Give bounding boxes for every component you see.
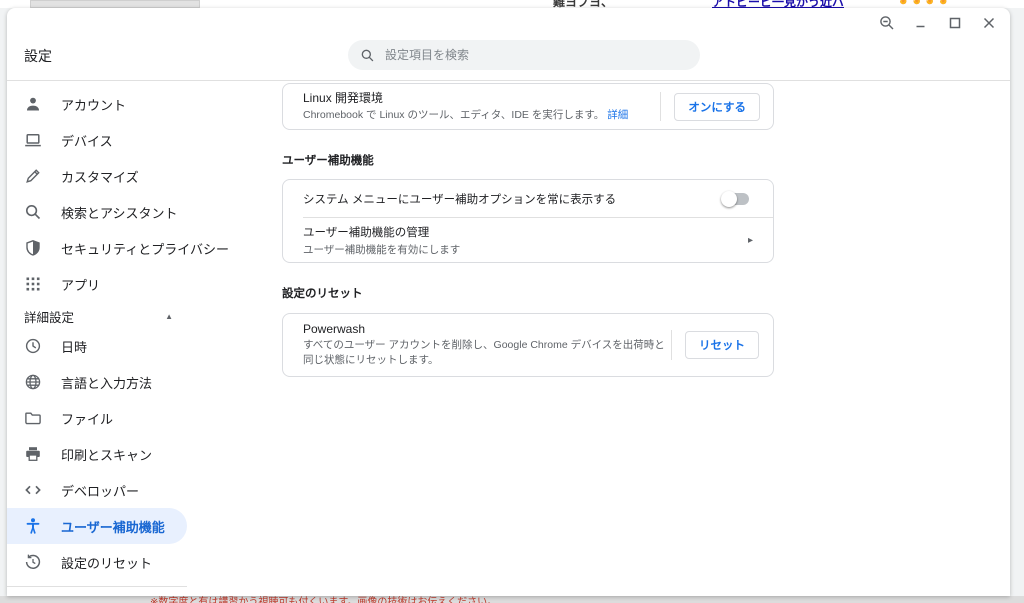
sidebar-item-languages[interactable]: 言語と入力方法 (7, 364, 187, 400)
background-text-fragment: 難ヨブヨ、 (553, 0, 614, 8)
sidebar-item-accessibility[interactable]: ユーザー補助機能 (7, 508, 187, 544)
sidebar-item-reset[interactable]: 設定のリセット (7, 544, 187, 580)
printer-icon (26, 447, 40, 461)
subpage-arrow-icon: ▸ (747, 234, 753, 246)
sidebar-item-security-privacy[interactable]: セキュリティとプライバシー (7, 230, 229, 266)
reset-icon (25, 554, 41, 569)
accessibility-section-heading: ユーザー補助機能 (282, 155, 374, 167)
sidebar-item-accounts[interactable]: アカウント (7, 86, 187, 122)
sidebar-item-label: 日時 (61, 339, 88, 355)
advanced-label: 詳細設定 (24, 310, 75, 325)
sidebar-item-label: 検索とアシスタント (61, 205, 178, 221)
search-input[interactable] (385, 48, 688, 62)
sidebar-item-label: デバイス (61, 133, 113, 149)
main-content: Linux 開発環境 Chromebook で Linux のツール、エディタ、… (282, 81, 774, 596)
apps-grid-icon (26, 277, 40, 291)
learn-more-link[interactable]: 詳細 (607, 109, 628, 121)
sidebar-item-files[interactable]: ファイル (7, 400, 187, 436)
laptop-icon (25, 134, 41, 147)
always-show-accessibility-row: システム メニューにユーザー補助オプションを常に表示する (283, 180, 773, 217)
search-icon (25, 204, 41, 220)
sidebar-item-label: アカウント (61, 97, 127, 113)
sidebar-item-personalization[interactable]: カスタマイズ (7, 158, 187, 194)
sidebar-item-print-scan[interactable]: 印刷とスキャン (7, 436, 187, 472)
shield-icon (26, 240, 40, 256)
code-icon (25, 485, 41, 495)
linux-title: Linux 開発環境 (303, 91, 384, 106)
powerwash-description: すべてのユーザー アカウントを削除し、Google Chrome デバイスを出荷… (303, 339, 665, 367)
sidebar-item-date-time[interactable]: 日時 (7, 328, 187, 364)
globe-icon (25, 374, 41, 390)
person-icon (27, 97, 39, 111)
search-box[interactable] (348, 40, 700, 70)
pen-icon (26, 169, 40, 183)
chevron-up-icon: ▲ (165, 311, 173, 321)
sidebar-item-label: 言語と入力方法 (61, 375, 153, 391)
sidebar-item-label: 印刷とスキャン (61, 447, 153, 463)
search-icon (361, 49, 374, 61)
accessibility-options-toggle[interactable] (721, 190, 749, 207)
window-controls (876, 12, 1000, 34)
zoom-out-icon[interactable] (876, 12, 898, 34)
card-divider (660, 92, 662, 121)
sidebar-item-label: デベロッパー (61, 483, 140, 499)
manage-accessibility-row[interactable]: ユーザー補助機能の管理 ユーザー補助機能を有効にします ▸ (283, 218, 773, 262)
manage-title: ユーザー補助機能の管理 (303, 226, 430, 239)
sidebar-item-label: ユーザー補助機能 (61, 519, 165, 535)
background-page-bottom: ※数字度と有は講習かう視聴可も付くいます。画像の技術はお伝えください。 (0, 596, 1024, 603)
sidebar-item-search-assistant[interactable]: 検索とアシスタント (7, 194, 187, 230)
accessibility-card: システム メニューにユーザー補助オプションを常に表示する ユーザー補助機能の管理… (282, 179, 774, 263)
minimize-icon[interactable] (910, 12, 932, 34)
reset-button[interactable]: リセット (685, 331, 759, 360)
clock-icon (25, 338, 41, 354)
maximize-icon[interactable] (944, 12, 966, 34)
reset-section-heading: 設定のリセット (282, 288, 363, 300)
titlebar (7, 8, 1010, 42)
settings-header: 設定 (7, 40, 1010, 80)
sidebar-advanced-toggle[interactable]: 詳細設定 ▲ (7, 304, 187, 328)
sidebar-item-developers[interactable]: デベロッパー (7, 472, 187, 508)
background-red-text-fragment: ※数字度と有は講習かう視聴可も付くいます。画像の技術はお伝えください。 (150, 597, 498, 603)
background-link-fragment: アトピービ一見かう近バ (712, 0, 845, 8)
linux-card: Linux 開発環境 Chromebook で Linux のツール、エディタ、… (282, 83, 774, 130)
background-button-fragment (30, 0, 200, 8)
turn-on-button[interactable]: オンにする (674, 92, 760, 121)
sidebar-item-label: カスタマイズ (61, 169, 139, 185)
toggle-row-label: システム メニューにユーザー補助オプションを常に表示する (303, 193, 617, 206)
linux-description: Chromebook で Linux のツール、エディタ、IDE を実行します。… (303, 109, 629, 122)
sidebar-item-label: セキュリティとプライバシー (61, 241, 229, 257)
folder-icon (25, 412, 41, 425)
card-divider (671, 330, 672, 361)
background-emoji-fragment: 🏅🏅🏅🏅 (897, 0, 951, 5)
settings-window: 設定 アカウント デバイス (7, 8, 1010, 596)
sidebar-item-label: ファイル (61, 411, 114, 427)
sidebar-item-device[interactable]: デバイス (7, 122, 187, 158)
close-icon[interactable] (978, 12, 1000, 34)
background-page-top: 難ヨブヨ、 アトピービ一見かう近バ 🏅🏅🏅🏅 (0, 0, 1024, 8)
page-title: 設定 (24, 48, 52, 64)
sidebar-item-about-chromeos[interactable]: Chrome OS について (7, 587, 267, 596)
accessibility-icon (26, 518, 40, 534)
powerwash-card: Powerwash すべてのユーザー アカウントを削除し、Google Chro… (282, 313, 774, 378)
powerwash-title: Powerwash (303, 322, 366, 336)
sidebar: アカウント デバイス カスタマイズ 検索とアシスタント セキュリティとプライバシ… (7, 81, 267, 596)
sidebar-item-apps[interactable]: アプリ (7, 266, 187, 302)
sidebar-item-label: 設定のリセット (61, 555, 153, 571)
sidebar-item-label: アプリ (61, 277, 101, 293)
manage-subtitle: ユーザー補助機能を有効にします (303, 243, 461, 256)
